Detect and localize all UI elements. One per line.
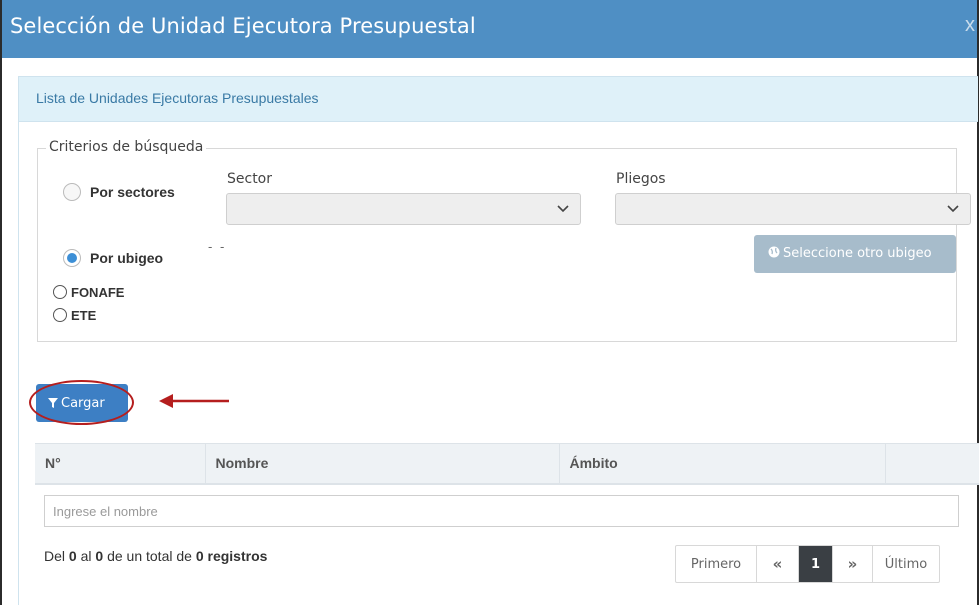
- summary-from: 0: [68, 548, 77, 564]
- dialog-title: Selección de Unidad Ejecutora Presupuest…: [10, 14, 476, 38]
- pager-last-button[interactable]: Último: [873, 546, 939, 582]
- double-chevron-right-icon[interactable]: »: [833, 546, 873, 582]
- select-ubigeo-button-label: Seleccione otro ubigeo: [783, 246, 932, 261]
- select-ubigeo-button[interactable]: Seleccione otro ubigeo: [754, 235, 956, 273]
- ubigeo-value: - -: [208, 239, 227, 254]
- radio-ete[interactable]: [53, 308, 67, 322]
- search-criteria-fieldset: Criterios de búsqueda Por sectores Secto…: [37, 139, 971, 342]
- pager-page-1[interactable]: 1: [799, 546, 833, 582]
- close-icon[interactable]: x: [965, 14, 975, 37]
- column-header-actions: [885, 443, 979, 485]
- chevron-down-icon: [557, 205, 569, 213]
- radio-ete-text[interactable]: ETE: [71, 308, 96, 323]
- dialog-titlebar: Selección de Unidad Ejecutora Presupuest…: [2, 0, 977, 58]
- results-table: N° Nombre Ámbito: [35, 443, 979, 485]
- name-filter-input[interactable]: Ingrese el nombre: [44, 495, 959, 527]
- summary-text: al: [76, 548, 96, 564]
- double-chevron-left-icon[interactable]: «: [757, 546, 799, 582]
- criteria-legend: Criterios de búsqueda: [46, 139, 207, 155]
- column-header-ambito[interactable]: Ámbito: [559, 443, 886, 485]
- column-header-number[interactable]: N°: [35, 443, 206, 485]
- pliegos-select[interactable]: [615, 193, 971, 225]
- pagination: Primero « 1 » Último: [675, 545, 940, 583]
- table-header-row: N° Nombre Ámbito: [35, 443, 979, 485]
- summary-total: 0 registros: [195, 548, 268, 564]
- pager-first-button[interactable]: Primero: [676, 546, 757, 582]
- radio-por-sectores[interactable]: [63, 183, 81, 201]
- radio-fonafe[interactable]: [53, 285, 67, 299]
- records-summary: Del 0 al 0 de un total de 0 registros: [44, 548, 267, 564]
- sector-label: Sector: [227, 171, 273, 187]
- chevron-down-icon: [947, 205, 959, 213]
- panel-heading: Lista de Unidades Ejecutoras Presupuesta…: [19, 77, 978, 122]
- results-panel: Lista de Unidades Ejecutoras Presupuesta…: [18, 76, 979, 605]
- annotation-highlight-ellipse: [29, 380, 134, 425]
- radio-por-ubigeo[interactable]: [63, 249, 81, 267]
- arrow-left-icon: [159, 394, 229, 408]
- column-header-nombre[interactable]: Nombre: [205, 443, 560, 485]
- radio-por-ubigeo-label[interactable]: Por ubigeo: [90, 250, 163, 266]
- globe-icon: [768, 246, 780, 258]
- radio-ete-label[interactable]: ETE: [71, 308, 96, 323]
- pliegos-label: Pliegos: [616, 171, 666, 187]
- summary-text: de un total de: [103, 548, 196, 564]
- radio-fonafe-label[interactable]: FONAFE: [71, 285, 124, 300]
- sector-select[interactable]: [226, 193, 581, 225]
- radio-por-sectores-label[interactable]: Por sectores: [90, 184, 175, 200]
- summary-text: Del: [44, 548, 69, 564]
